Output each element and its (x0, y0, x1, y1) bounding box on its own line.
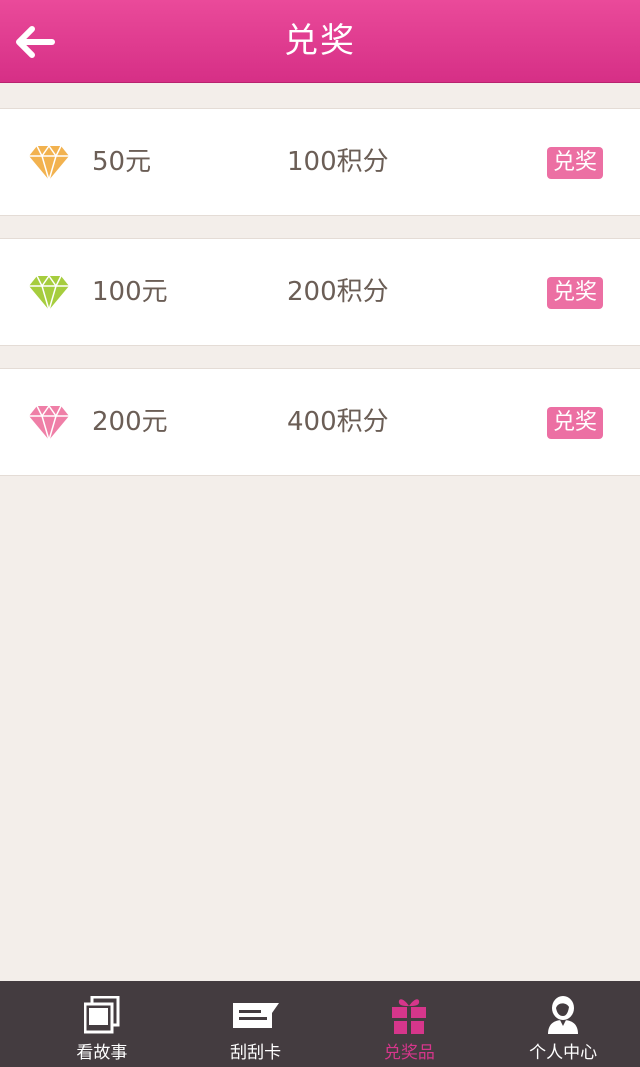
card-icon (232, 995, 280, 1035)
user-icon (546, 995, 580, 1035)
tab-label: 兑奖品 (383, 1043, 435, 1063)
diamond-icon (29, 405, 69, 441)
prize-row: 200元 400积分 兑奖 (0, 368, 640, 476)
prize-points: 200积分 (287, 277, 389, 307)
prize-points: 400积分 (287, 407, 389, 437)
tab-stories[interactable]: 看故事 (25, 981, 179, 1067)
prize-amount: 100元 (92, 277, 168, 307)
prize-amount: 50元 (92, 147, 152, 177)
prize-points: 100积分 (287, 147, 389, 177)
diamond-icon (29, 275, 69, 311)
gift-icon (391, 995, 427, 1035)
tab-label: 看故事 (76, 1043, 128, 1063)
tab-profile[interactable]: 个人中心 (486, 981, 640, 1067)
page-title: 兑奖 (284, 21, 356, 61)
tab-scratch-card[interactable]: 刮刮卡 (179, 981, 333, 1067)
tab-prizes[interactable]: 兑奖品 (333, 981, 487, 1067)
prize-row: 100元 200积分 兑奖 (0, 238, 640, 346)
tab-label: 个人中心 (529, 1043, 598, 1063)
header-bar: 兑奖 (0, 0, 640, 83)
redeem-button[interactable]: 兑奖 (547, 407, 603, 439)
prize-amount: 200元 (92, 407, 168, 437)
redeem-button[interactable]: 兑奖 (547, 147, 603, 179)
tab-label: 刮刮卡 (230, 1043, 282, 1063)
redeem-button[interactable]: 兑奖 (547, 277, 603, 309)
prize-row: 50元 100积分 兑奖 (0, 108, 640, 216)
diamond-icon (29, 145, 69, 181)
photo-stack-icon (83, 995, 120, 1035)
bottom-tab-bar: 看故事 刮刮卡 兑奖品 个人中心 (0, 981, 640, 1067)
prize-list: 50元 100积分 兑奖 100元 200积分 兑奖 200元 400积分 兑奖 (0, 108, 640, 498)
